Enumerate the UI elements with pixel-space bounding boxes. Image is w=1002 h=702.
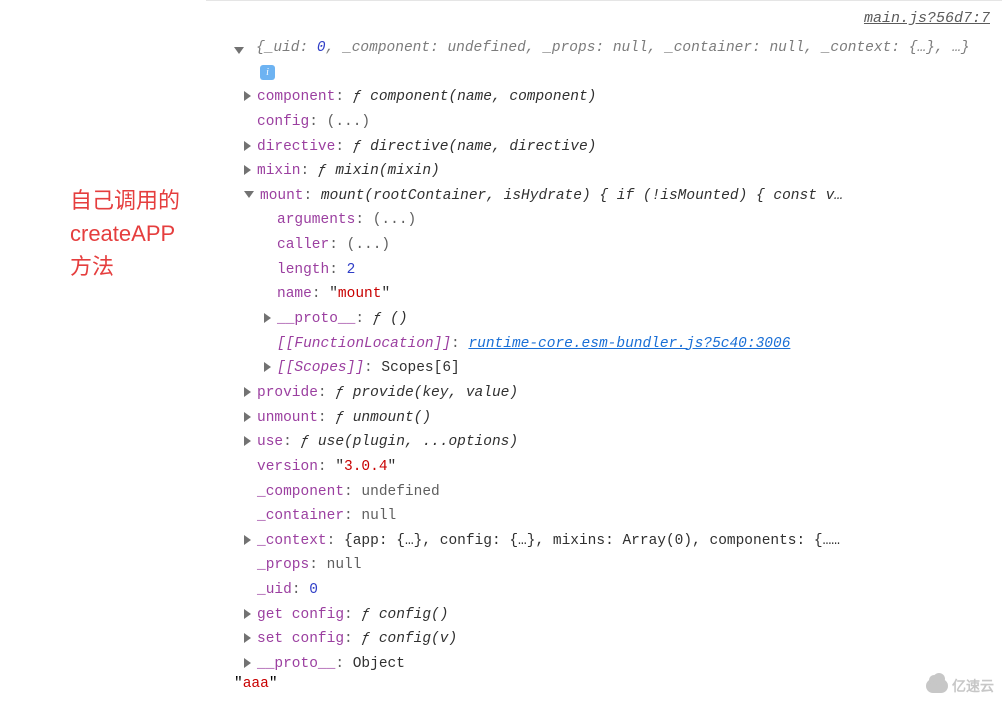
- expand-toggle-icon[interactable]: [244, 658, 251, 668]
- watermark: 亿速云: [926, 676, 994, 696]
- expand-toggle-icon[interactable]: [244, 412, 251, 422]
- property-row[interactable]: provide: ƒ provide(key, value): [244, 381, 990, 406]
- expand-toggle-icon[interactable]: [244, 91, 251, 101]
- console-string-output: "aaa": [234, 676, 278, 692]
- panel-top-border: [206, 0, 1002, 1]
- expand-toggle-icon[interactable]: [244, 191, 254, 198]
- expand-toggle-icon[interactable]: [244, 387, 251, 397]
- annotation-line: 方法: [70, 250, 194, 283]
- side-annotation: 自己调用的 createAPP 方法: [70, 184, 194, 283]
- property-row[interactable]: directive: ƒ directive(name, directive): [244, 135, 990, 160]
- property-row[interactable]: _uid: 0: [244, 578, 990, 603]
- property-row[interactable]: use: ƒ use(plugin, ...options): [244, 430, 990, 455]
- property-row[interactable]: [[Scopes]]: Scopes[6]: [264, 356, 990, 381]
- expand-toggle-icon[interactable]: [244, 165, 251, 175]
- property-row[interactable]: __proto__: ƒ (): [264, 307, 990, 332]
- expand-toggle-icon[interactable]: [244, 535, 251, 545]
- function-location-link[interactable]: runtime-core.esm-bundler.js?5c40:3006: [468, 332, 790, 357]
- property-row[interactable]: unmount: ƒ unmount(): [244, 406, 990, 431]
- expand-toggle-icon[interactable]: [264, 362, 271, 372]
- property-row[interactable]: get config: ƒ config(): [244, 603, 990, 628]
- expand-toggle-icon[interactable]: [244, 436, 251, 446]
- property-row[interactable]: version: "3.0.4": [244, 455, 990, 480]
- property-row[interactable]: _context: {app: {…}, config: {…}, mixins…: [244, 529, 990, 554]
- property-row[interactable]: arguments: (...): [264, 208, 990, 233]
- property-row[interactable]: [[FunctionLocation]]: runtime-core.esm-b…: [264, 332, 990, 357]
- property-row[interactable]: length: 2: [264, 258, 990, 283]
- expand-toggle-icon[interactable]: [244, 633, 251, 643]
- property-row[interactable]: _container: null: [244, 504, 990, 529]
- cloud-icon: [926, 679, 948, 693]
- property-row[interactable]: set config: ƒ config(v): [244, 627, 990, 652]
- console-object-tree: {_uid: 0, _component: undefined, _props:…: [224, 36, 990, 677]
- source-link[interactable]: main.js?56d7:7: [864, 10, 990, 27]
- expand-toggle-icon[interactable]: [244, 609, 251, 619]
- annotation-line: createAPP: [70, 217, 194, 250]
- expand-toggle-icon[interactable]: [234, 47, 244, 54]
- property-row-mount[interactable]: mount: mount(rootContainer, isHydrate) {…: [244, 184, 990, 209]
- property-row[interactable]: component: ƒ component(name, component): [244, 85, 990, 110]
- expand-toggle-icon[interactable]: [244, 141, 251, 151]
- property-row[interactable]: caller: (...): [264, 233, 990, 258]
- object-summary[interactable]: {_uid: 0, _component: undefined, _props:…: [256, 36, 990, 85]
- property-row[interactable]: mixin: ƒ mixin(mixin): [244, 159, 990, 184]
- property-row[interactable]: __proto__: Object: [244, 652, 990, 677]
- property-row[interactable]: config: (...): [244, 110, 990, 135]
- property-row[interactable]: name: "mount": [264, 282, 990, 307]
- property-row[interactable]: _props: null: [244, 553, 990, 578]
- property-row[interactable]: _component: undefined: [244, 480, 990, 505]
- info-icon[interactable]: i: [260, 65, 275, 80]
- annotation-line: 自己调用的: [70, 184, 194, 217]
- expand-toggle-icon[interactable]: [264, 313, 271, 323]
